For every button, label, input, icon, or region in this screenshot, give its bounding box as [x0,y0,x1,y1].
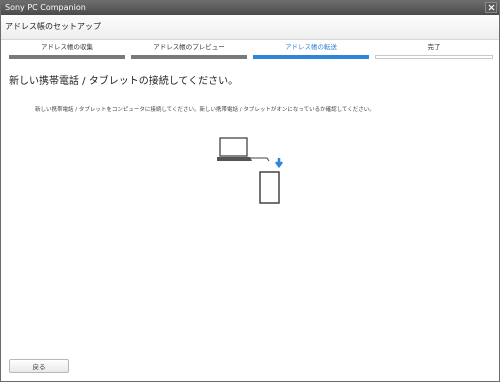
step-bar [131,55,247,59]
step-transfer: アドレス帳の転送 [253,42,369,60]
page-heading: 新しい携帯電話 / タブレットの接続してください。 [9,76,239,87]
step-bar [375,55,493,59]
instruction-text: 新しい携帯電話 / タブレットをコンピュータに接続してください。新しい携帯電話 … [35,107,375,113]
step-progress: アドレス帳の収集 アドレス帳のプレビュー アドレス帳の転送 完了 [9,42,493,60]
window-title: Sony PC Companion [5,3,86,12]
back-button[interactable]: 戻る [9,359,69,373]
step-preview: アドレス帳のプレビュー [131,42,247,60]
connect-illustration [217,137,283,204]
close-button[interactable] [485,2,497,13]
arrow-down-icon [275,158,283,169]
step-bar [9,55,125,59]
wizard-header: アドレス帳のセットアップ [1,15,499,40]
close-icon [488,4,494,11]
step-label: アドレス帳のプレビュー [153,43,225,51]
step-collect: アドレス帳の収集 [9,42,125,60]
step-label: アドレス帳の収集 [41,43,93,51]
step-complete: 完了 [375,42,493,60]
app-window: Sony PC Companion アドレス帳のセットアップ アドレス帳の収集 … [0,0,500,382]
wizard-title: アドレス帳のセットアップ [5,22,101,31]
laptop-icon [217,137,252,161]
title-bar: Sony PC Companion [1,1,499,15]
step-label: アドレス帳の転送 [285,43,337,51]
step-label: 完了 [427,43,441,51]
phone-icon [259,171,280,204]
step-bar [253,55,369,59]
